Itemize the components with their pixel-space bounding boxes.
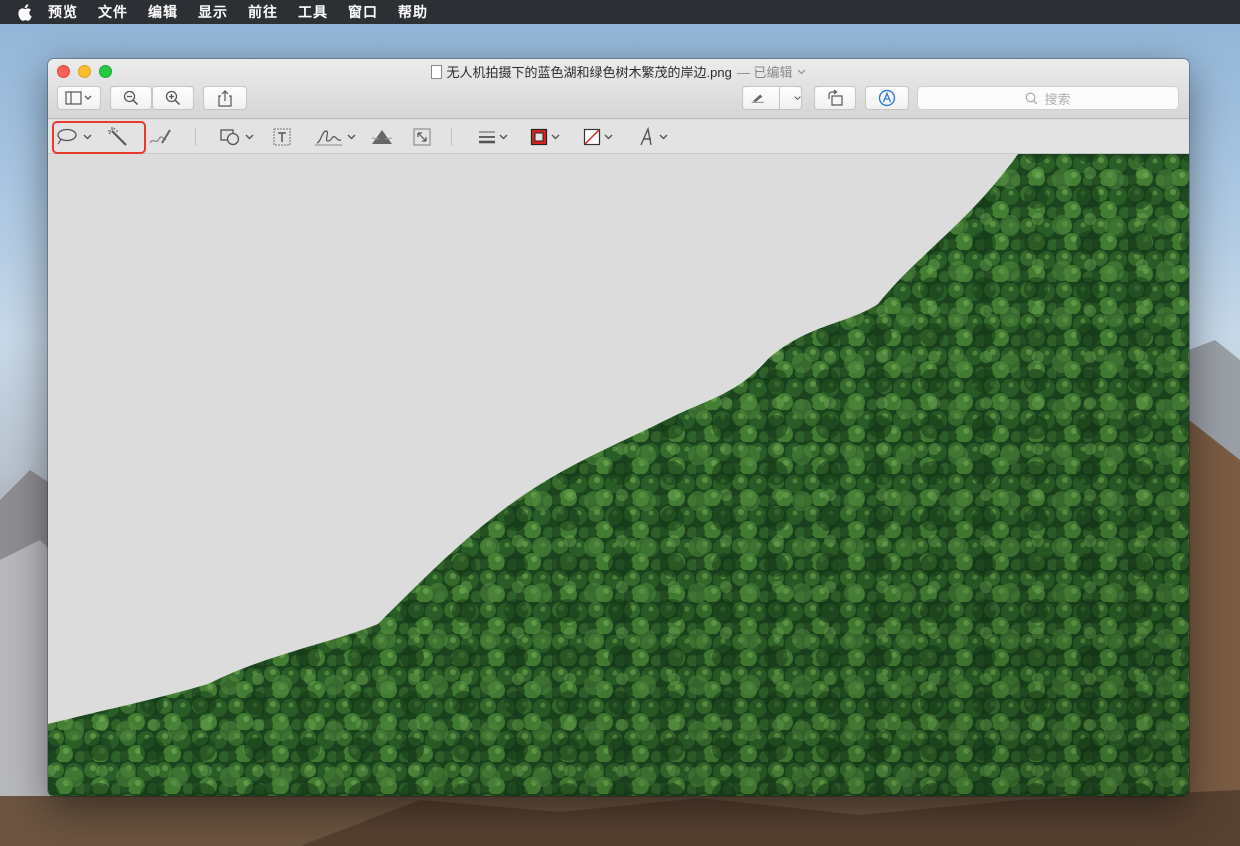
sidebar-icon — [65, 91, 92, 105]
menu-help[interactable]: 帮助 — [398, 2, 428, 22]
menu-view[interactable]: 显示 — [198, 2, 228, 22]
chevron-down-icon[interactable] — [245, 134, 254, 140]
markup-pen-button[interactable] — [742, 86, 802, 110]
share-icon — [218, 89, 232, 107]
sketch-icon — [149, 129, 171, 144]
rotate-icon — [828, 90, 843, 106]
prism-icon — [371, 130, 393, 144]
text-box-icon — [273, 128, 291, 146]
menu-preview[interactable]: 预览 — [48, 2, 78, 22]
rotate-button[interactable] — [814, 86, 856, 110]
font-icon — [640, 127, 652, 146]
chevron-down-icon[interactable] — [797, 69, 806, 75]
menu-go[interactable]: 前往 — [248, 2, 278, 22]
document-icon — [430, 64, 442, 79]
shapes-tool[interactable] — [220, 124, 254, 150]
menu-bar: 预览 文件 编辑 显示 前往 工具 窗口 帮助 — [0, 0, 1240, 24]
lasso-icon — [57, 128, 77, 145]
forest-image — [48, 154, 1189, 796]
sidebar-toggle-button[interactable] — [57, 86, 101, 110]
text-style-tool[interactable] — [638, 124, 668, 150]
chevron-down-icon[interactable] — [551, 134, 560, 140]
markup-toolbar-button[interactable] — [865, 86, 909, 110]
adjust-color-tool[interactable] — [370, 124, 394, 150]
edited-status[interactable]: — 已编辑 — [737, 62, 793, 81]
adjust-size-tool[interactable] — [412, 124, 432, 150]
chevron-down-icon[interactable] — [347, 134, 356, 140]
window-title: 无人机拍摄下的蓝色湖和绿色树木繁茂的岸边.png — 已编辑 — [48, 62, 1189, 81]
title-bar: 无人机拍摄下的蓝色湖和绿色树木繁茂的岸边.png — 已编辑 搜索 — [48, 59, 1189, 119]
zoom-in-icon — [165, 90, 181, 106]
lasso-selection-tool[interactable] — [56, 124, 92, 150]
apple-icon[interactable] — [0, 0, 48, 24]
border-color-icon — [530, 128, 548, 146]
search-placeholder: 搜索 — [1044, 91, 1071, 107]
text-tool[interactable] — [272, 124, 292, 150]
file-name: 无人机拍摄下的蓝色湖和绿色树木繁茂的岸边.png — [446, 65, 732, 80]
markup-toolbar — [48, 120, 1189, 154]
chevron-down-icon[interactable] — [794, 95, 801, 101]
markup-icon — [878, 89, 896, 107]
search-field[interactable]: 搜索 — [917, 86, 1179, 110]
chevron-down-icon[interactable] — [659, 134, 668, 140]
signature-icon — [315, 130, 342, 146]
search-icon — [1026, 92, 1038, 104]
zoom-in-button[interactable] — [152, 86, 194, 110]
preview-window: 无人机拍摄下的蓝色湖和绿色树木繁茂的岸边.png — 已编辑 搜索 — [48, 59, 1189, 796]
menu-tools[interactable]: 工具 — [298, 2, 328, 22]
zoom-out-icon — [123, 90, 139, 106]
share-button[interactable] — [203, 86, 247, 110]
border-color-tool[interactable] — [530, 124, 560, 150]
menu-edit[interactable]: 编辑 — [148, 2, 178, 22]
pen-icon — [751, 94, 764, 103]
resize-icon — [413, 128, 431, 146]
line-style-tool[interactable] — [478, 124, 508, 150]
instant-alpha-tool[interactable] — [108, 124, 130, 150]
signature-tool[interactable] — [314, 124, 356, 150]
toolbar-separator — [195, 128, 196, 146]
zoom-out-button[interactable] — [110, 86, 152, 110]
chevron-down-icon[interactable] — [83, 134, 92, 140]
chevron-down-icon[interactable] — [604, 134, 613, 140]
menu-file[interactable]: 文件 — [98, 2, 128, 22]
toolbar-separator — [451, 128, 452, 146]
line-style-icon — [479, 131, 495, 144]
fill-color-icon — [583, 128, 601, 146]
image-canvas[interactable] — [48, 154, 1189, 796]
fill-color-tool[interactable] — [583, 124, 613, 150]
sketch-tool[interactable] — [148, 124, 174, 150]
chevron-down-icon[interactable] — [499, 134, 508, 140]
magic-wand-icon — [108, 127, 127, 146]
shapes-icon — [220, 129, 240, 146]
menu-window[interactable]: 窗口 — [348, 2, 378, 22]
